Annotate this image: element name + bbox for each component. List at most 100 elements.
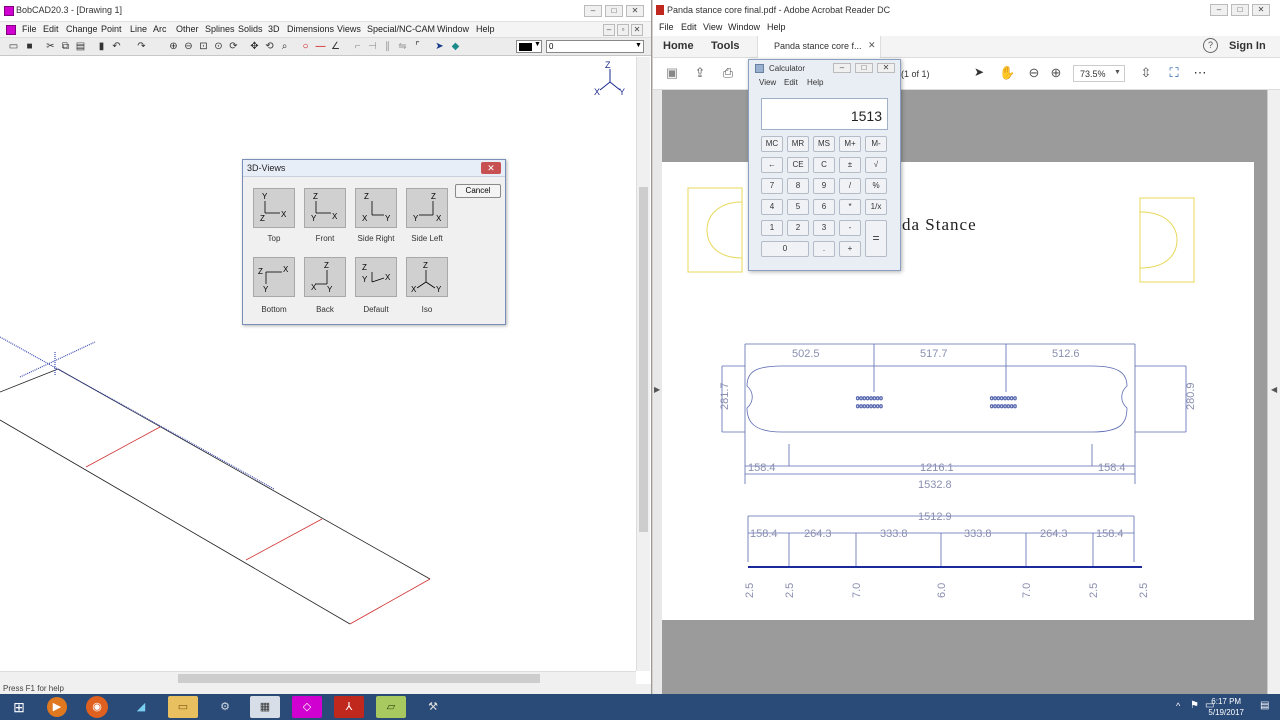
zoom-select[interactable]: 73.5% ▼ bbox=[1073, 65, 1125, 82]
menu-file[interactable]: File bbox=[659, 22, 674, 32]
left-panel-toggle[interactable]: ▶ bbox=[653, 90, 662, 694]
calc-plus-button[interactable]: + bbox=[839, 241, 861, 257]
minimize-button[interactable]: – bbox=[1210, 4, 1228, 16]
view-bottom-button[interactable]: Z X Y bbox=[253, 257, 295, 297]
menu-views[interactable]: Views bbox=[337, 24, 361, 34]
view-side-left-button[interactable]: Z Y X bbox=[406, 188, 448, 228]
start-button[interactable]: ⊞ bbox=[4, 696, 34, 718]
fillet-icon[interactable]: ⌜ bbox=[412, 41, 423, 52]
view-iso-button[interactable]: Z X Y bbox=[406, 257, 448, 297]
menu-change[interactable]: Change bbox=[66, 24, 98, 34]
zoom-in-icon[interactable]: ⊕ bbox=[168, 41, 179, 52]
menu-dimensions[interactable]: Dimensions bbox=[287, 24, 334, 34]
line-icon[interactable]: — bbox=[315, 41, 326, 52]
calculator-taskbar-icon[interactable]: ▦ bbox=[250, 696, 280, 718]
calc-maximize-button[interactable]: □ bbox=[855, 63, 873, 73]
zoom-out-icon[interactable]: ⊖ bbox=[183, 41, 194, 52]
view-back-button[interactable]: Z X Y bbox=[304, 257, 346, 297]
bobcad-taskbar-icon[interactable]: ◇ bbox=[292, 696, 322, 718]
calc-1-button[interactable]: 1 bbox=[761, 220, 783, 236]
full-screen-icon[interactable]: ⛶ bbox=[1167, 66, 1181, 81]
help-icon[interactable]: ? bbox=[1203, 38, 1218, 53]
calc-3-button[interactable]: 3 bbox=[813, 220, 835, 236]
select-icon[interactable]: ➤ bbox=[434, 41, 445, 52]
calc-divide-button[interactable]: / bbox=[839, 178, 861, 194]
vertical-scrollbar[interactable] bbox=[636, 57, 650, 671]
calc-6-button[interactable]: 6 bbox=[813, 199, 835, 215]
menu-help[interactable]: Help bbox=[767, 22, 786, 32]
right-panel-toggle[interactable]: ◀ bbox=[1267, 90, 1280, 694]
dialog-close-button[interactable]: ✕ bbox=[481, 162, 501, 174]
close-tab-icon[interactable]: ✕ bbox=[868, 40, 876, 51]
menu-window[interactable]: Window bbox=[437, 24, 469, 34]
upload-icon[interactable]: ⇪ bbox=[693, 66, 707, 81]
notes-taskbar-icon[interactable]: ▱ bbox=[376, 696, 406, 718]
calc-7-button[interactable]: 7 bbox=[761, 178, 783, 194]
pan-icon[interactable]: ✥ bbox=[249, 41, 260, 52]
close-button[interactable]: ✕ bbox=[1252, 4, 1270, 16]
sign-in-button[interactable]: Sign In bbox=[1229, 40, 1266, 52]
mirror-icon[interactable]: ⇋ bbox=[397, 41, 408, 52]
menu-other[interactable]: Other bbox=[176, 24, 199, 34]
drawing-canvas[interactable]: Z X Y bbox=[0, 57, 636, 671]
redo-icon[interactable]: ↷ bbox=[136, 41, 147, 52]
menu-edit[interactable]: Edit bbox=[43, 24, 59, 34]
calc-mminus-button[interactable]: M- bbox=[865, 136, 887, 152]
angle-icon[interactable]: ∠ bbox=[330, 41, 341, 52]
menu-arc[interactable]: Arc bbox=[153, 24, 167, 34]
zoom-out-icon[interactable]: ⊖ bbox=[1027, 66, 1041, 81]
calc-ms-button[interactable]: MS bbox=[813, 136, 835, 152]
menu-special-nc-cam[interactable]: Special/NC-CAM bbox=[367, 24, 435, 34]
tool-taskbar-icon[interactable]: ⚒ bbox=[418, 696, 448, 718]
notifications-icon[interactable]: ▤ bbox=[1260, 700, 1269, 711]
doc-restore-button[interactable]: ▫ bbox=[617, 24, 629, 36]
delete-icon[interactable]: ▮ bbox=[96, 41, 107, 52]
calc-multiply-button[interactable]: * bbox=[839, 199, 861, 215]
menu-line[interactable]: Line bbox=[130, 24, 147, 34]
maximize-button[interactable]: □ bbox=[1231, 4, 1249, 16]
horizontal-scrollbar[interactable] bbox=[0, 671, 636, 684]
redraw-icon[interactable]: ⟳ bbox=[228, 41, 239, 52]
rotate-icon[interactable]: ⟲ bbox=[264, 41, 275, 52]
minimize-button[interactable]: – bbox=[584, 5, 602, 17]
menu-help[interactable]: Help bbox=[476, 24, 495, 34]
calc-close-button[interactable]: ✕ bbox=[877, 63, 895, 73]
settings-icon[interactable]: ⚙ bbox=[210, 696, 240, 718]
zoom-fit-icon[interactable]: ⊙ bbox=[213, 41, 224, 52]
diamond-icon[interactable]: ◆ bbox=[450, 41, 461, 52]
color-picker[interactable]: ▼ bbox=[516, 40, 542, 53]
calc-5-button[interactable]: 5 bbox=[787, 199, 809, 215]
tools-tab[interactable]: Tools bbox=[711, 40, 740, 52]
calc-equals-button[interactable]: = bbox=[865, 220, 887, 257]
calc-9-button[interactable]: 9 bbox=[813, 178, 835, 194]
calc-menu-help[interactable]: Help bbox=[807, 78, 823, 87]
document-tab[interactable]: Panda stance core f... ✕ bbox=[757, 36, 881, 58]
calc-mplus-button[interactable]: M+ bbox=[839, 136, 861, 152]
calc-reciprocal-button[interactable]: 1/x bbox=[865, 199, 887, 215]
view-side-right-button[interactable]: Z Y X bbox=[355, 188, 397, 228]
fit-page-icon[interactable]: ⇳ bbox=[1139, 66, 1153, 81]
view-front-button[interactable]: Z X Y bbox=[304, 188, 346, 228]
maximize-button[interactable]: □ bbox=[605, 5, 623, 17]
app-icon[interactable]: ◢ bbox=[126, 696, 156, 718]
menu-view[interactable]: View bbox=[703, 22, 722, 32]
menu-point[interactable]: Point bbox=[101, 24, 122, 34]
calc-decimal-button[interactable]: . bbox=[813, 241, 835, 257]
calc-mc-button[interactable]: MC bbox=[761, 136, 783, 152]
menu-3d[interactable]: 3D bbox=[268, 24, 280, 34]
zoom-icon[interactable]: ⌕ bbox=[279, 41, 290, 52]
calc-menu-edit[interactable]: Edit bbox=[784, 78, 798, 87]
calc-4-button[interactable]: 4 bbox=[761, 199, 783, 215]
scrollbar-thumb[interactable] bbox=[639, 187, 648, 532]
cut-icon[interactable]: ✂ bbox=[45, 41, 56, 52]
open-icon[interactable]: ▭ bbox=[8, 41, 19, 52]
calc-percent-button[interactable]: % bbox=[865, 178, 887, 194]
paste-icon[interactable]: ▤ bbox=[75, 41, 86, 52]
calc-backspace-button[interactable]: ← bbox=[761, 157, 783, 173]
scrollbar-thumb[interactable] bbox=[178, 674, 540, 683]
calc-mr-button[interactable]: MR bbox=[787, 136, 809, 152]
calc-minimize-button[interactable]: – bbox=[833, 63, 851, 73]
extend-icon[interactable]: ⊣ bbox=[367, 41, 378, 52]
acrobat-taskbar-icon[interactable]: ⅄ bbox=[334, 696, 364, 718]
layer-select[interactable]: 0 ▼ bbox=[546, 40, 644, 53]
